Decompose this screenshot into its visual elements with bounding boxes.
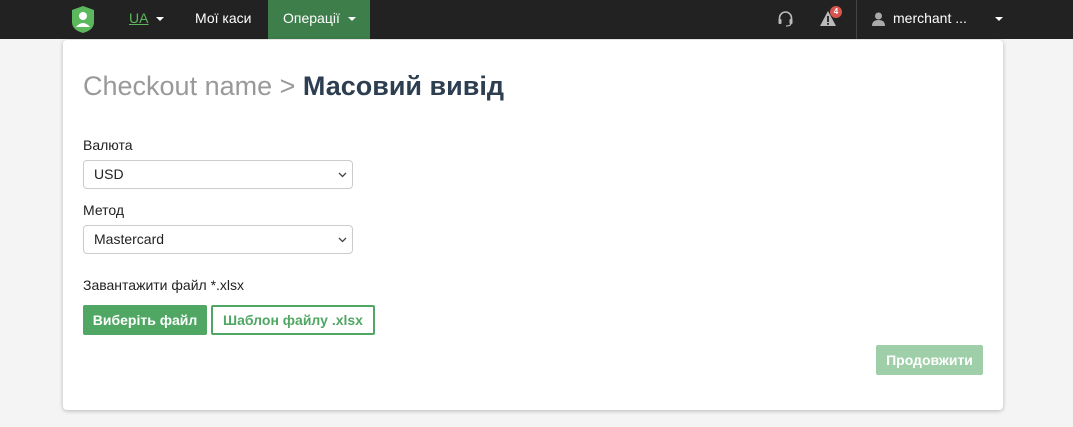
logo-icon[interactable] [72, 6, 94, 33]
nav-operations-label: Операції [283, 10, 340, 26]
user-icon [872, 12, 885, 26]
main-card: Checkout name > Масовий вивід Валюта USD… [63, 40, 1003, 410]
currency-label: Валюта [83, 137, 133, 153]
user-menu[interactable]: merchant ... [893, 0, 967, 39]
top-navbar: UA Мої каси Операції 4 merchant ... [0, 0, 1073, 39]
chevron-down-icon[interactable] [995, 17, 1003, 21]
page-title: Checkout name > Масовий вивід [83, 71, 504, 102]
nav-operations-dropdown[interactable]: Операції [268, 0, 370, 39]
chevron-down-icon [156, 17, 165, 22]
currency-select[interactable]: USD [83, 160, 353, 189]
continue-button[interactable]: Продовжити [876, 345, 983, 375]
currency-select-value: USD [94, 166, 124, 182]
method-label: Метод [83, 202, 125, 218]
method-select-value: Mastercard [94, 231, 165, 247]
alerts-count-badge: 4 [830, 6, 842, 18]
nav-my-cash[interactable]: Мої каси [195, 0, 251, 39]
chevron-down-icon [338, 172, 347, 178]
method-select[interactable]: Mastercard [83, 225, 353, 254]
nav-divider [856, 0, 857, 39]
breadcrumb-checkout-name: Checkout name > [83, 71, 296, 101]
language-label: UA [129, 10, 149, 26]
upload-file-label: Завантажити файл *.xlsx [83, 277, 245, 293]
choose-file-button[interactable]: Виберіть файл [83, 305, 207, 335]
download-template-button[interactable]: Шаблон файлу .xlsx [211, 305, 375, 335]
chevron-down-icon [347, 17, 356, 22]
headset-icon[interactable] [777, 10, 794, 27]
language-dropdown[interactable]: UA [129, 0, 165, 39]
chevron-down-icon [338, 237, 347, 243]
page-heading: Масовий вивід [302, 71, 504, 101]
